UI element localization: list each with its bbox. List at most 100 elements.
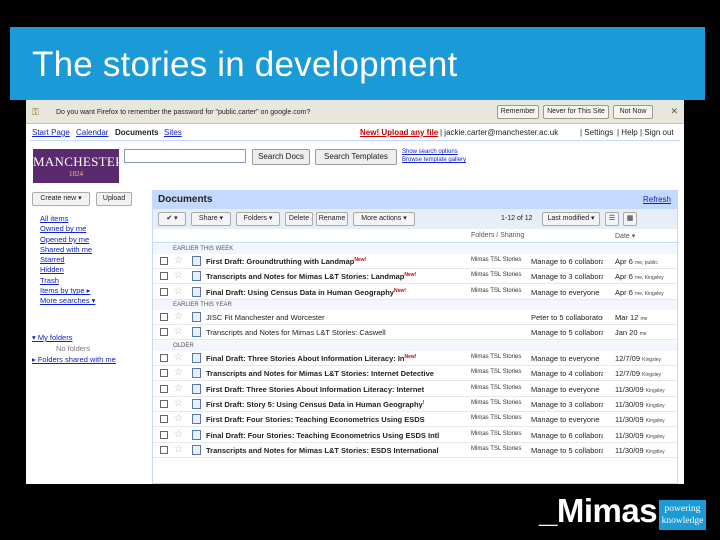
list-view-icon[interactable]: ☰ bbox=[605, 212, 619, 226]
table-row[interactable]: ☆ First Draft: Groundtruthing with Landma… bbox=[153, 254, 677, 269]
row-checkbox[interactable] bbox=[160, 445, 168, 454]
table-row[interactable]: ☆ JISC Fit Manchester and Worcester Peter … bbox=[153, 310, 677, 325]
document-title[interactable]: First Draft: Groundtruthing with Landmap bbox=[206, 257, 354, 266]
not-now-button[interactable]: Not Now bbox=[613, 105, 653, 119]
row-checkbox[interactable] bbox=[160, 287, 168, 296]
folder-label[interactable]: Mimas TSL Stories bbox=[471, 369, 521, 375]
row-checkbox[interactable] bbox=[160, 399, 168, 408]
document-name[interactable]: Transcripts and Notes for Mimas L&T Stor… bbox=[206, 446, 446, 455]
folder-label[interactable]: Mimas TSL Stories bbox=[471, 431, 521, 437]
settings-link[interactable]: | Settings bbox=[580, 128, 613, 137]
sort-select[interactable]: Last modified ▾ bbox=[542, 212, 600, 226]
document-name[interactable]: First Draft: Story 5: Using Census Data … bbox=[206, 400, 446, 409]
document-title[interactable]: Transcripts and Notes for Mimas L&T Stor… bbox=[206, 369, 434, 378]
sidebar-item-more-searches[interactable]: More searches ▾ bbox=[40, 296, 95, 306]
table-row[interactable]: ☆ Transcripts and Notes for Mimas L&T Sto… bbox=[153, 366, 677, 382]
row-checkbox[interactable] bbox=[160, 369, 168, 378]
document-name[interactable]: Final Draft: Three Stories About Informa… bbox=[206, 354, 446, 363]
folder-label[interactable]: Mimas TSL Stories bbox=[471, 385, 521, 391]
sign-out-link[interactable]: | Sign out bbox=[640, 128, 674, 137]
sidebar-item-hidden[interactable]: Hidden bbox=[40, 265, 95, 275]
row-checkbox[interactable] bbox=[160, 257, 168, 265]
browse-template-gallery-link[interactable]: Browse template gallery bbox=[402, 156, 466, 164]
document-name[interactable]: First Draft: Four Stories: Teaching Econ… bbox=[206, 415, 446, 424]
document-title[interactable]: First Draft: Four Stories: Teaching Econ… bbox=[206, 415, 425, 424]
document-title[interactable]: First Draft: Story 5: Using Census Data … bbox=[206, 400, 423, 409]
star-icon[interactable]: ☆ bbox=[174, 413, 183, 425]
star-icon[interactable]: ☆ bbox=[174, 444, 183, 456]
table-row[interactable]: ☆ Final Draft: Using Census Data in Human… bbox=[153, 285, 677, 300]
show-search-options-link[interactable]: Show search options bbox=[402, 148, 466, 156]
table-row[interactable]: ☆ Transcripts and Notes for Mimas L&T Sto… bbox=[153, 325, 677, 341]
col-date[interactable]: Date ▾ bbox=[615, 232, 635, 240]
sidebar-item-starred[interactable]: Starred bbox=[40, 255, 95, 265]
row-checkbox[interactable] bbox=[160, 272, 168, 281]
select-menu-button[interactable]: ✔ ▾ bbox=[158, 212, 186, 226]
table-row[interactable]: ☆ Transcripts and Notes for Mimas L&T Sto… bbox=[153, 269, 677, 285]
share-menu-button[interactable]: Share ▾ bbox=[191, 212, 231, 226]
document-name[interactable]: JISC Fit Manchester and Worcester bbox=[206, 313, 446, 322]
folder-label[interactable]: Mimas TSL Stories bbox=[471, 400, 521, 406]
sidebar-item-items-by-type[interactable]: Items by type ▸ bbox=[40, 286, 95, 296]
table-row[interactable]: ☆ Transcripts and Notes for Mimas L&T Sto… bbox=[153, 443, 677, 458]
star-icon[interactable]: ☆ bbox=[174, 352, 183, 364]
document-title[interactable]: Final Draft: Using Census Data in Human … bbox=[206, 288, 394, 297]
row-checkbox[interactable] bbox=[160, 430, 168, 439]
help-link[interactable]: | Help bbox=[617, 128, 638, 137]
refresh-link[interactable]: Refresh bbox=[643, 195, 671, 204]
sidebar-item-trash[interactable]: Trash bbox=[40, 276, 95, 286]
row-checkbox[interactable] bbox=[160, 354, 168, 362]
star-icon[interactable]: ☆ bbox=[174, 311, 183, 323]
star-icon[interactable]: ☆ bbox=[174, 398, 183, 410]
table-row[interactable]: ☆ Final Draft: Three Stories About Inform… bbox=[153, 351, 677, 366]
star-icon[interactable]: ☆ bbox=[174, 255, 183, 267]
search-templates-button[interactable]: Search Templates bbox=[315, 149, 397, 165]
document-title[interactable]: Transcripts and Notes for Mimas L&T Stor… bbox=[206, 272, 404, 281]
upload-any-file-link[interactable]: New! Upload any file bbox=[360, 128, 438, 137]
star-icon[interactable]: ☆ bbox=[174, 429, 183, 441]
star-icon[interactable]: ☆ bbox=[174, 383, 183, 395]
row-checkbox[interactable] bbox=[160, 328, 168, 337]
folder-label[interactable]: Mimas TSL Stories bbox=[471, 272, 521, 278]
search-docs-button[interactable]: Search Docs bbox=[252, 149, 310, 165]
folder-label[interactable]: Mimas TSL Stories bbox=[471, 354, 521, 360]
shared-folders-toggle[interactable]: ▸ Folders shared with me bbox=[32, 354, 116, 365]
document-title[interactable]: Final Draft: Four Stories: Teaching Econ… bbox=[206, 431, 439, 440]
sidebar-item-shared-with-me[interactable]: Shared with me bbox=[40, 245, 95, 255]
star-icon[interactable]: ☆ bbox=[174, 326, 183, 338]
rename-button[interactable]: Rename bbox=[316, 212, 348, 226]
row-checkbox[interactable] bbox=[160, 313, 168, 321]
document-title[interactable]: Transcripts and Notes for Mimas L&T Stor… bbox=[206, 446, 439, 455]
col-folders-sharing[interactable]: Folders / Sharing bbox=[471, 232, 524, 239]
star-icon[interactable]: ☆ bbox=[174, 286, 183, 298]
document-title[interactable]: First Draft: Three Stories About Informa… bbox=[206, 385, 424, 394]
folder-label[interactable]: Mimas TSL Stories bbox=[471, 257, 521, 263]
never-for-site-button[interactable]: Never for This Site bbox=[543, 105, 609, 119]
folder-label[interactable]: Mimas TSL Stories bbox=[471, 446, 521, 452]
document-title[interactable]: Final Draft: Three Stories About Informa… bbox=[206, 354, 405, 363]
sidebar-item-owned-by-me[interactable]: Owned by me bbox=[40, 224, 95, 234]
document-title[interactable]: JISC Fit Manchester and Worcester bbox=[206, 313, 325, 322]
close-icon[interactable]: ✕ bbox=[670, 106, 678, 117]
folder-label[interactable]: Mimas TSL Stories bbox=[471, 288, 521, 294]
upload-button[interactable]: Upload bbox=[96, 192, 132, 206]
nav-calendar[interactable]: Calendar bbox=[76, 128, 108, 137]
document-name[interactable]: Final Draft: Using Census Data in Human … bbox=[206, 288, 446, 297]
document-name[interactable]: First Draft: Three Stories About Informa… bbox=[206, 385, 446, 394]
document-title[interactable]: Transcripts and Notes for Mimas L&T Stor… bbox=[206, 328, 386, 337]
sidebar-item-opened-by-me[interactable]: Opened by me bbox=[40, 235, 95, 245]
row-checkbox[interactable] bbox=[160, 384, 168, 393]
more-actions-button[interactable]: More actions ▾ bbox=[353, 212, 415, 226]
grid-view-icon[interactable]: ▦ bbox=[623, 212, 637, 226]
my-folders-toggle[interactable]: ▾ My folders bbox=[32, 332, 116, 343]
row-checkbox[interactable] bbox=[160, 415, 168, 424]
document-name[interactable]: Final Draft: Four Stories: Teaching Econ… bbox=[206, 431, 446, 440]
table-row[interactable]: ☆ Final Draft: Four Stories: Teaching Eco… bbox=[153, 428, 677, 443]
document-name[interactable]: Transcripts and Notes for Mimas L&T Stor… bbox=[206, 369, 446, 378]
table-row[interactable]: ☆ First Draft: Four Stories: Teaching Eco… bbox=[153, 412, 677, 428]
table-row[interactable]: ☆ First Draft: Three Stories About Inform… bbox=[153, 382, 677, 397]
table-row[interactable]: ☆ First Draft: Story 5: Using Census Data… bbox=[153, 397, 677, 412]
document-name[interactable]: Transcripts and Notes for Mimas L&T Stor… bbox=[206, 328, 446, 337]
search-input[interactable] bbox=[124, 149, 246, 163]
document-name[interactable]: Transcripts and Notes for Mimas L&T Stor… bbox=[206, 272, 446, 281]
